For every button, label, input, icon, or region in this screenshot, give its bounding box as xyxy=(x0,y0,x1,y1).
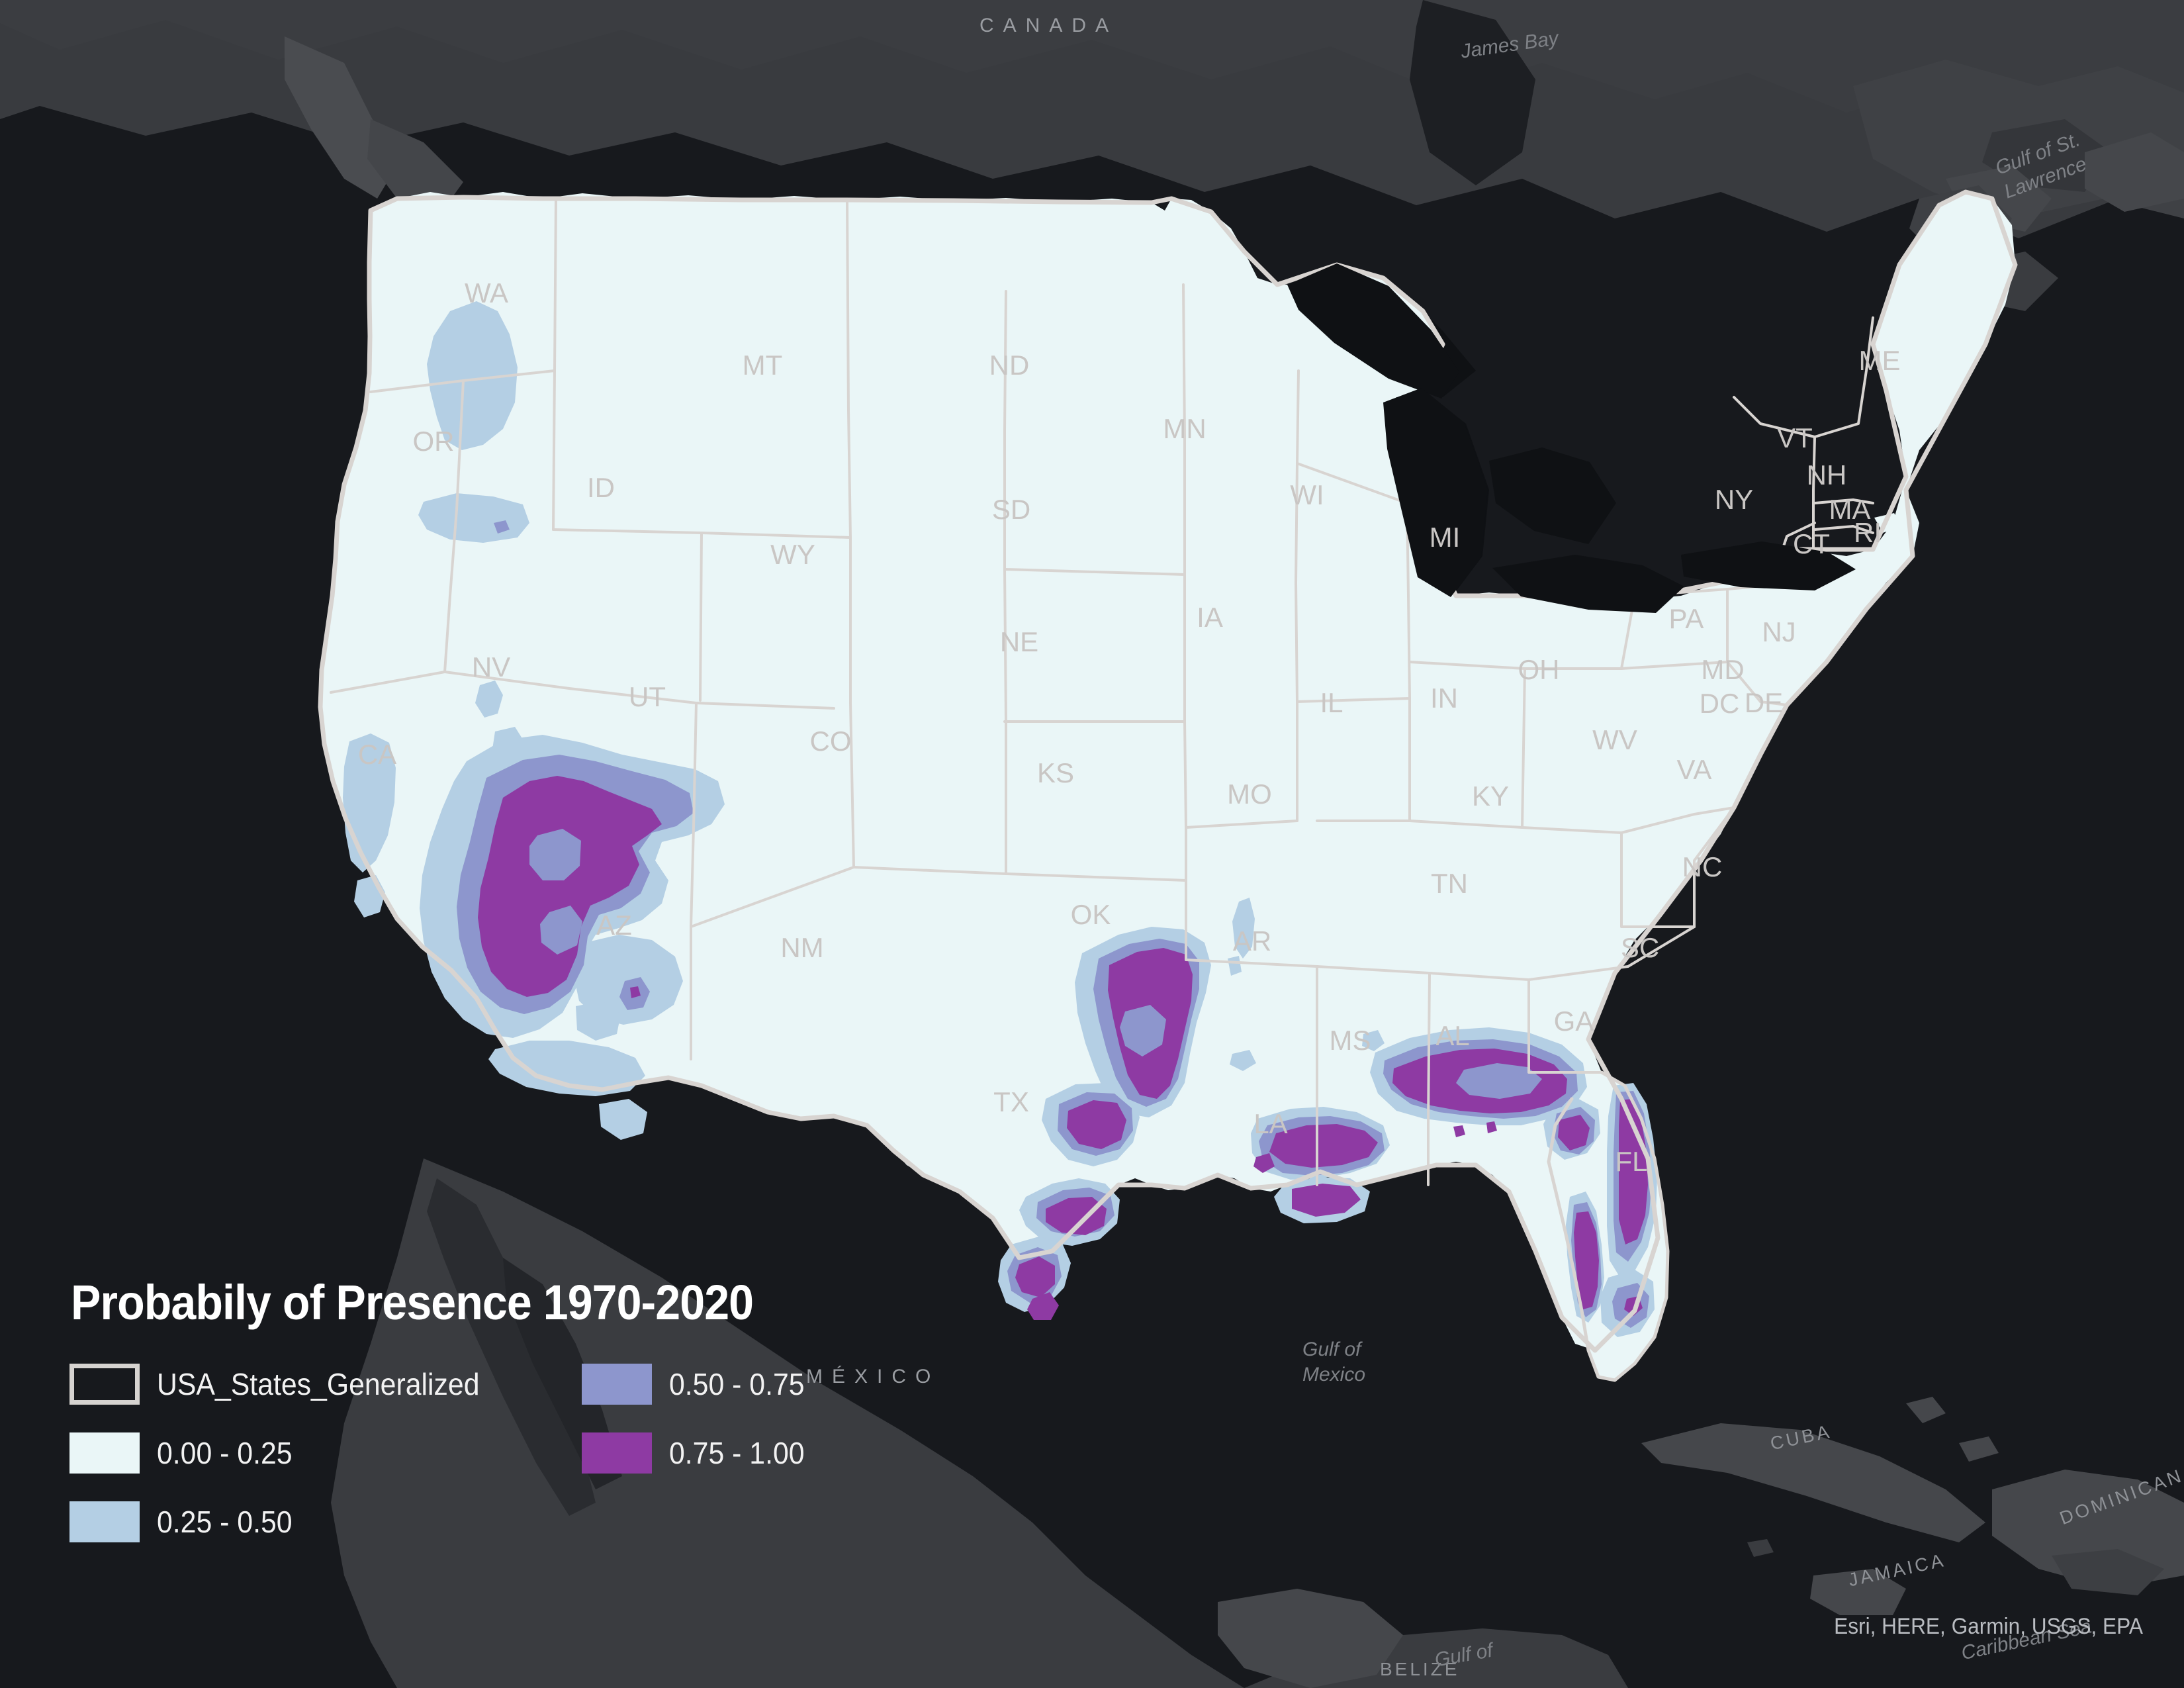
legend-columns: USA_States_Generalized 0.00 - 0.25 0.25 … xyxy=(69,1364,850,1542)
legend-title: Probabily of Presence 1970-2020 xyxy=(71,1275,754,1330)
legend-item-class-000-025[interactable]: 0.00 - 0.25 xyxy=(69,1432,504,1474)
legend-swatch-class-025-050 xyxy=(69,1501,140,1542)
legend-item-class-075-100[interactable]: 0.75 - 1.00 xyxy=(582,1432,815,1474)
legend-swatch-class-000-025 xyxy=(69,1432,140,1474)
legend-label-states: USA_States_Generalized xyxy=(157,1367,480,1401)
legend-label-class-075-100: 0.75 - 1.00 xyxy=(669,1436,805,1470)
map-attribution: Esri, HERE, Garmin, USGS, EPA xyxy=(1834,1614,2143,1639)
legend-item-class-025-050[interactable]: 0.25 - 0.50 xyxy=(69,1501,504,1542)
legend-label-class-000-025: 0.00 - 0.25 xyxy=(157,1436,293,1470)
legend-swatch-class-050-075 xyxy=(582,1364,653,1405)
legend-item-states[interactable]: USA_States_Generalized xyxy=(69,1364,504,1405)
legend-label-class-025-050: 0.25 - 0.50 xyxy=(157,1505,293,1539)
legend-item-class-050-075[interactable]: 0.50 - 0.75 xyxy=(582,1364,815,1405)
map-canvas: CANADAMÉXICOBELIZECUBAJAMAICADOMINICAN R… xyxy=(0,0,2184,1688)
legend-column-left: USA_States_Generalized 0.00 - 0.25 0.25 … xyxy=(69,1364,504,1542)
legend-swatch-class-075-100 xyxy=(582,1432,653,1474)
legend-swatch-states-outline xyxy=(69,1364,140,1405)
map-legend: Probabily of Presence 1970-2020 USA_Stat… xyxy=(69,1274,850,1542)
legend-column-right: 0.50 - 0.75 0.75 - 1.00 xyxy=(582,1364,815,1542)
legend-label-class-050-075: 0.50 - 0.75 xyxy=(669,1367,805,1401)
